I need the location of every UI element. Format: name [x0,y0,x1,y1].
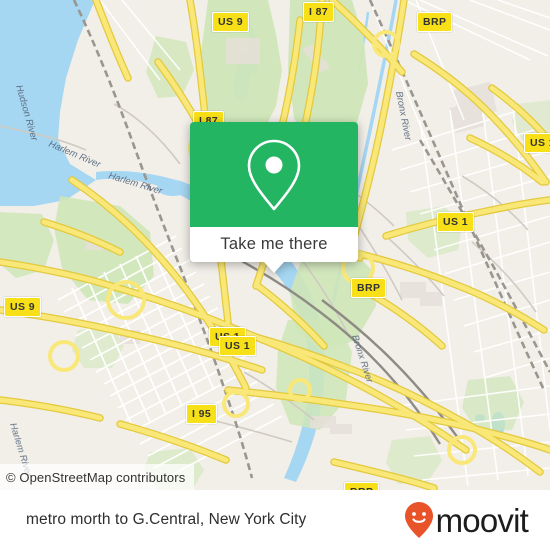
highway-shield: BRP [344,482,380,490]
route-title: metro morth to G.Central, New York City [26,511,307,528]
moovit-pin-smile-icon [404,501,434,539]
highway-shield: I 87 [303,2,335,22]
callout-tail [264,262,284,273]
footer-bar: metro morth to G.Central, New York City … [0,490,550,550]
highway-shield: I 95 [186,404,218,424]
highway-shield: US 1 [524,133,550,153]
callout-action[interactable]: Take me there [190,227,358,262]
highway-shield: BRP [351,278,387,298]
take-me-there-callout[interactable]: Take me there [190,122,358,273]
moovit-logo[interactable]: moovit [404,501,529,539]
highway-shield: US 9 [212,12,249,32]
highway-shield: US 1 [219,336,256,356]
callout-header [190,122,358,227]
moovit-wordmark: moovit [435,501,529,539]
map-attribution[interactable]: © OpenStreetMap contributors [0,464,195,490]
attribution-text: © OpenStreetMap contributors [6,469,186,485]
moovit-map-screen: Hudson River Harlem River Harlem River B… [0,0,550,550]
map-pin-icon [243,137,305,213]
highway-shield: US 9 [4,297,41,317]
highway-shield: US 1 [437,212,474,232]
callout-action-label: Take me there [220,235,328,253]
highway-shield: BRP [417,12,453,32]
